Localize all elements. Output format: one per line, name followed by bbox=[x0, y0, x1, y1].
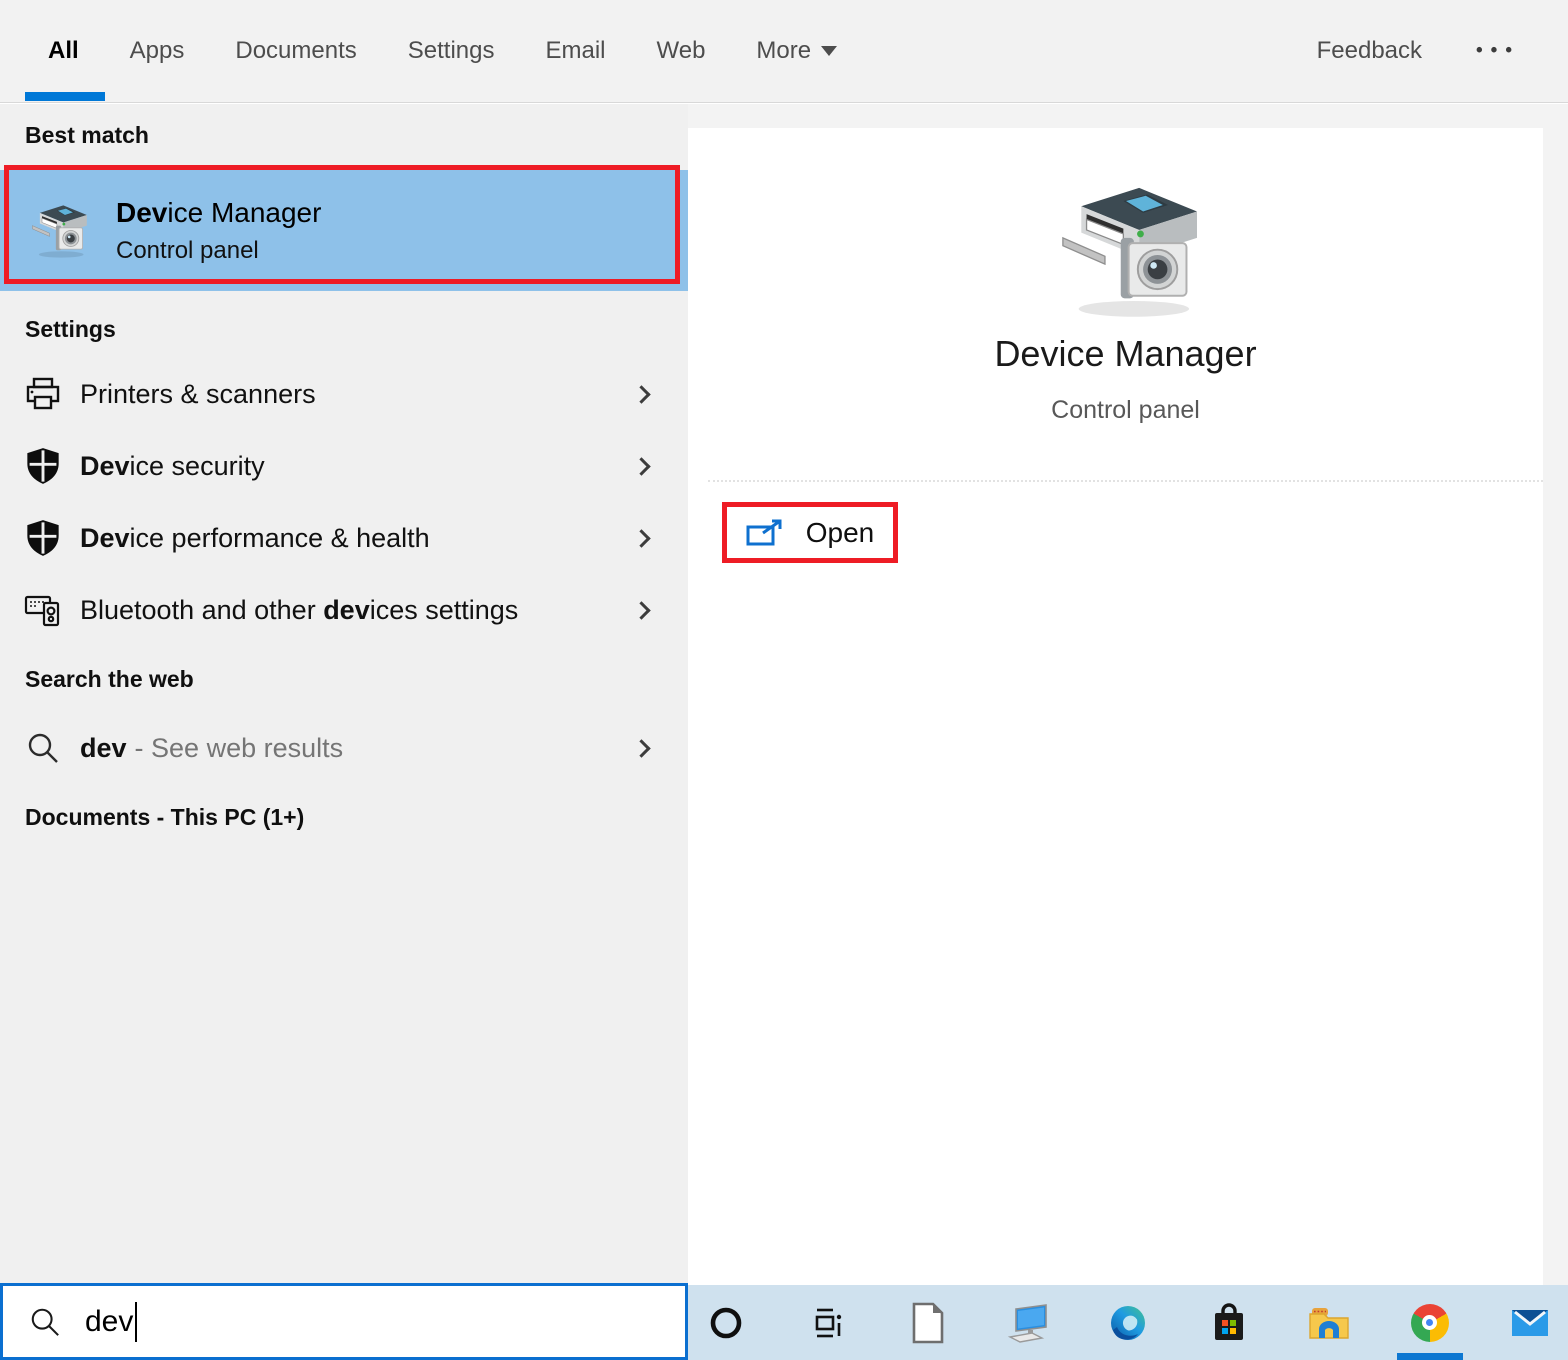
search-filter-tabs: All Apps Documents Settings Email Web Mo… bbox=[0, 0, 1568, 103]
best-match-title: Device Manager bbox=[116, 197, 321, 229]
search-input[interactable]: dev bbox=[0, 1283, 688, 1360]
microsoft-store-icon[interactable] bbox=[1207, 1285, 1251, 1360]
result-web-search-dev[interactable]: dev- See web results bbox=[0, 710, 688, 786]
best-match-subtitle: Control panel bbox=[116, 237, 321, 265]
text-caret bbox=[135, 1302, 137, 1342]
active-tab-indicator bbox=[25, 92, 105, 101]
result-device-security[interactable]: Device security bbox=[0, 430, 688, 502]
file-explorer-icon[interactable] bbox=[1307, 1285, 1351, 1360]
tab-documents[interactable]: Documents bbox=[235, 37, 356, 65]
task-view-icon[interactable] bbox=[805, 1285, 849, 1360]
feedback-button[interactable]: Feedback bbox=[1317, 37, 1422, 65]
tab-settings[interactable]: Settings bbox=[408, 37, 495, 65]
mail-icon[interactable] bbox=[1508, 1285, 1552, 1360]
open-button[interactable]: Open bbox=[722, 502, 898, 563]
device-manager-icon bbox=[26, 202, 90, 260]
search-icon bbox=[29, 1306, 61, 1338]
result-bluetooth-devices-settings[interactable]: Bluetooth and other devices settings bbox=[0, 574, 688, 646]
tab-more[interactable]: More bbox=[756, 37, 837, 65]
settings-section-header: Settings bbox=[25, 316, 116, 343]
result-device-performance-health[interactable]: Device performance & health bbox=[0, 502, 688, 574]
open-external-icon bbox=[746, 518, 784, 548]
taskbar bbox=[688, 1285, 1568, 1360]
chrome-icon[interactable] bbox=[1408, 1285, 1452, 1360]
preview-subtitle: Control panel bbox=[708, 396, 1543, 425]
preview-panel: Device Manager Control panel Open bbox=[688, 104, 1568, 1285]
search-web-section-header: Search the web bbox=[25, 666, 194, 693]
tab-web[interactable]: Web bbox=[657, 37, 706, 65]
shield-icon bbox=[22, 519, 64, 557]
search-results-panel: Best match Dev bbox=[0, 104, 688, 1283]
edge-icon[interactable] bbox=[1106, 1285, 1150, 1360]
settings-results-list: Printers & scanners Device security bbox=[0, 358, 688, 646]
shield-icon bbox=[22, 447, 64, 485]
chevron-right-icon bbox=[632, 385, 650, 403]
search-input-value: dev bbox=[85, 1305, 133, 1339]
chevron-right-icon bbox=[632, 601, 650, 619]
start-search-panel: All Apps Documents Settings Email Web Mo… bbox=[0, 0, 1568, 1360]
open-button-label: Open bbox=[806, 517, 875, 549]
result-printers-scanners[interactable]: Printers & scanners bbox=[0, 358, 688, 430]
chevron-right-icon bbox=[632, 739, 650, 757]
search-icon bbox=[22, 731, 64, 765]
best-match-result-device-manager[interactable]: Device Manager Control panel bbox=[0, 170, 697, 291]
printer-icon bbox=[22, 375, 64, 413]
preview-card: Device Manager Control panel Open bbox=[708, 128, 1543, 1283]
devices-icon bbox=[22, 591, 64, 629]
tab-all[interactable]: All bbox=[48, 37, 79, 65]
chevron-down-icon bbox=[821, 46, 837, 56]
divider bbox=[708, 480, 1543, 482]
chevron-right-icon bbox=[632, 529, 650, 547]
document-app-icon[interactable] bbox=[905, 1285, 949, 1360]
more-options-icon[interactable]: ••• bbox=[1476, 40, 1520, 62]
tab-more-label: More bbox=[756, 37, 811, 65]
this-pc-icon[interactable] bbox=[1006, 1285, 1050, 1360]
chevron-right-icon bbox=[632, 457, 650, 475]
cortana-icon[interactable] bbox=[704, 1285, 748, 1360]
tab-apps[interactable]: Apps bbox=[130, 37, 185, 65]
documents-section-header: Documents - This PC (1+) bbox=[25, 804, 304, 831]
device-manager-icon bbox=[1047, 180, 1205, 322]
preview-title: Device Manager bbox=[708, 333, 1543, 375]
tab-email[interactable]: Email bbox=[545, 37, 605, 65]
best-match-header: Best match bbox=[25, 122, 149, 149]
